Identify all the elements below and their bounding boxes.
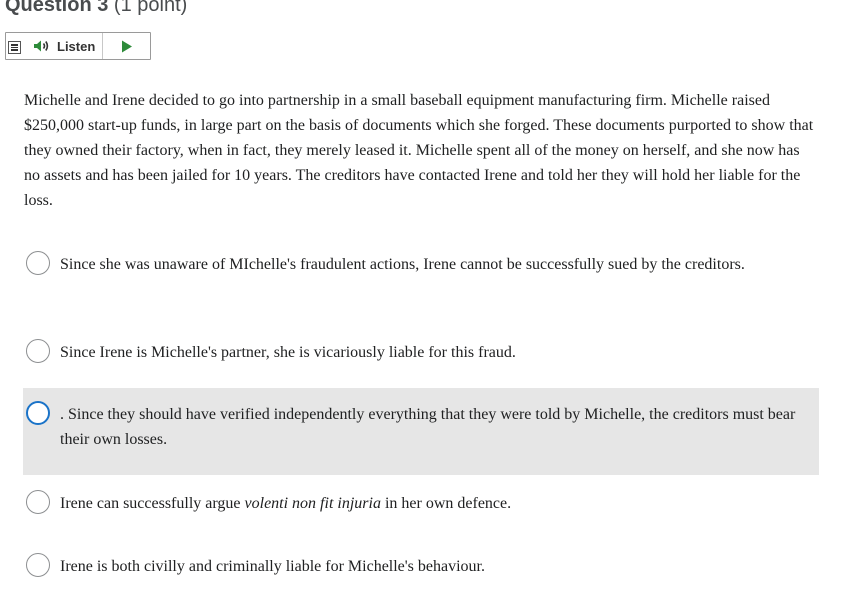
answer-option-5[interactable]: Irene is both civilly and criminally lia… xyxy=(23,552,819,582)
answer-option-4[interactable]: Irene can successfully argue volenti non… xyxy=(23,489,819,519)
option-label-end: in her own defence. xyxy=(380,495,512,512)
menu-icon[interactable] xyxy=(8,41,21,54)
radio-button[interactable] xyxy=(26,339,50,363)
option-label-start: Irene can successfully argue xyxy=(60,495,245,512)
question-body: Michelle and Irene decided to go into pa… xyxy=(24,92,814,209)
answer-option-3[interactable]: . Since they should have verified indepe… xyxy=(23,388,819,475)
radio-button[interactable] xyxy=(26,251,50,275)
answer-option-2[interactable]: Since Irene is Michelle's partner, she i… xyxy=(23,338,819,368)
play-button[interactable] xyxy=(103,33,150,59)
option-label: Irene is both civilly and criminally lia… xyxy=(60,558,485,575)
play-icon xyxy=(121,40,132,52)
listen-button[interactable]: Listen xyxy=(21,33,104,59)
option-label: Since Irene is Michelle's partner, she i… xyxy=(60,344,516,361)
latin-phrase: volenti non fit injuria xyxy=(244,495,381,512)
radio-button[interactable] xyxy=(26,490,50,514)
question-title: Question 3 xyxy=(5,0,109,16)
radio-button[interactable] xyxy=(26,553,50,577)
option-label: . Since they should have verified indepe… xyxy=(60,406,796,448)
speaker-icon xyxy=(33,39,51,53)
radio-button[interactable] xyxy=(26,401,50,425)
option-label: Irene can successfully argue volenti non… xyxy=(60,491,799,516)
option-label: Since she was unaware of MIchelle's frau… xyxy=(60,256,745,273)
listen-label: Listen xyxy=(57,38,96,54)
readspeaker-toolbar: Listen xyxy=(5,32,151,60)
question-points: (1 point) xyxy=(113,0,188,16)
answer-option-1[interactable]: Since she was unaware of MIchelle's frau… xyxy=(23,250,819,310)
question-header: Question 3 (1 point) xyxy=(5,0,187,17)
